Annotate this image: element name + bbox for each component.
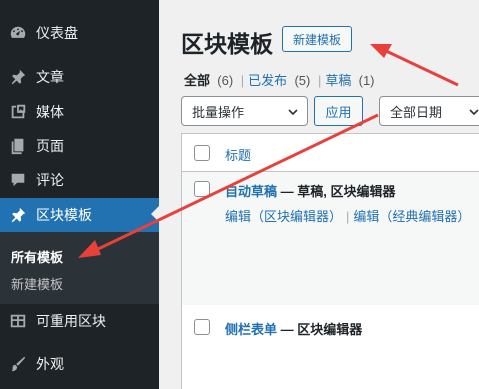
row-title-link[interactable]: 侧栏表单 (225, 322, 277, 337)
sidebar-item-label: 媒体 (36, 104, 64, 120)
date-filter-value: 全部日期 (390, 104, 443, 120)
row-checkbox[interactable] (194, 181, 210, 197)
action-separator: | (346, 209, 350, 224)
filter-separator: | (317, 73, 322, 88)
bulk-actions-select[interactable]: 批量操作 (181, 96, 308, 126)
table-icon (8, 311, 28, 331)
filter-all-count: (6) (217, 73, 234, 88)
select-all-checkbox[interactable] (194, 145, 210, 161)
add-new-template-button[interactable]: 新建模板 (282, 26, 352, 52)
date-filter-select[interactable]: 全部日期 (379, 96, 479, 126)
bulk-actions-value: 批量操作 (192, 104, 245, 120)
filter-draft-count: (1) (358, 73, 375, 88)
sidebar-item-label: 仪表盘 (36, 25, 78, 41)
row-post-state: — 区块编辑器 (277, 322, 363, 337)
chevron-down-icon (469, 109, 479, 116)
admin-sidebar: 仪表盘 文章 媒体 页面 评论 区块模板 所有模板 新建模板 可重用区块 外观 (0, 0, 159, 389)
column-header-title[interactable]: 标题 (225, 145, 251, 164)
edit-classic-editor-link[interactable]: 编辑（经典编辑器） (353, 209, 470, 224)
sidebar-item-media[interactable]: 媒体 (0, 95, 159, 129)
sidebar-item-posts[interactable]: 文章 (0, 60, 159, 94)
submenu-item-add-new[interactable]: 新建模板 (11, 274, 63, 293)
sidebar-item-block-templates[interactable]: 区块模板 (0, 198, 159, 232)
row-title: 侧栏表单 — 区块编辑器 (225, 319, 362, 338)
status-filters: 全部 (6) | 已发布 (5) | 草稿 (1) (184, 70, 375, 89)
sidebar-item-label: 文章 (36, 69, 64, 85)
pin-icon (8, 205, 28, 225)
sidebar-item-comments[interactable]: 评论 (0, 163, 159, 197)
row-title-link[interactable]: 自动草稿 (225, 184, 277, 199)
page-icon (8, 136, 28, 156)
chevron-down-icon (288, 109, 298, 116)
sidebar-item-label: 区块模板 (36, 207, 92, 223)
brush-icon (8, 354, 28, 374)
pin-icon (8, 67, 28, 87)
media-icon (8, 102, 28, 122)
table-row: 侧栏表单 — 区块编辑器 (182, 305, 479, 389)
filter-published-count: (5) (294, 73, 311, 88)
main-content: 区块模板 新建模板 全部 (6) | 已发布 (5) | 草稿 (1) 批量操作 应… (159, 0, 479, 389)
comment-icon (8, 170, 28, 190)
page-title: 区块模板 (181, 31, 273, 57)
sidebar-item-pages[interactable]: 页面 (0, 129, 159, 163)
apply-button[interactable]: 应用 (314, 96, 363, 126)
filter-all[interactable]: 全部 (184, 73, 210, 88)
sidebar-item-label: 可重用区块 (36, 313, 106, 329)
sidebar-item-reusable-blocks[interactable]: 可重用区块 (0, 304, 159, 338)
sidebar-item-label: 外观 (36, 356, 64, 372)
row-actions: 编辑（区块编辑器） | 编辑（经典编辑器） (225, 206, 470, 225)
row-title: 自动草稿 — 草稿, 区块编辑器 (225, 181, 395, 200)
filter-draft[interactable]: 草稿 (325, 73, 351, 88)
table-row: 自动草稿 — 草稿, 区块编辑器 编辑（区块编辑器） | 编辑（经典编辑器） (182, 172, 479, 305)
filter-published[interactable]: 已发布 (248, 73, 287, 88)
submenu-item-all-templates[interactable]: 所有模板 (11, 247, 63, 266)
block-templates-submenu: 所有模板 新建模板 (0, 232, 159, 304)
sidebar-item-label: 页面 (36, 138, 64, 154)
sidebar-item-dashboard[interactable]: 仪表盘 (0, 16, 159, 50)
edit-block-editor-link[interactable]: 编辑（区块编辑器） (225, 209, 342, 224)
templates-table: 标题 自动草稿 — 草稿, 区块编辑器 编辑（区块编辑器） | 编辑（经典编辑器） … (181, 133, 479, 389)
row-checkbox[interactable] (194, 319, 210, 335)
sidebar-item-label: 评论 (36, 172, 64, 188)
row-post-state: — 草稿, 区块编辑器 (277, 184, 396, 199)
sidebar-item-appearance[interactable]: 外观 (0, 347, 159, 381)
dashboard-icon (8, 23, 28, 43)
filter-separator: | (240, 73, 245, 88)
